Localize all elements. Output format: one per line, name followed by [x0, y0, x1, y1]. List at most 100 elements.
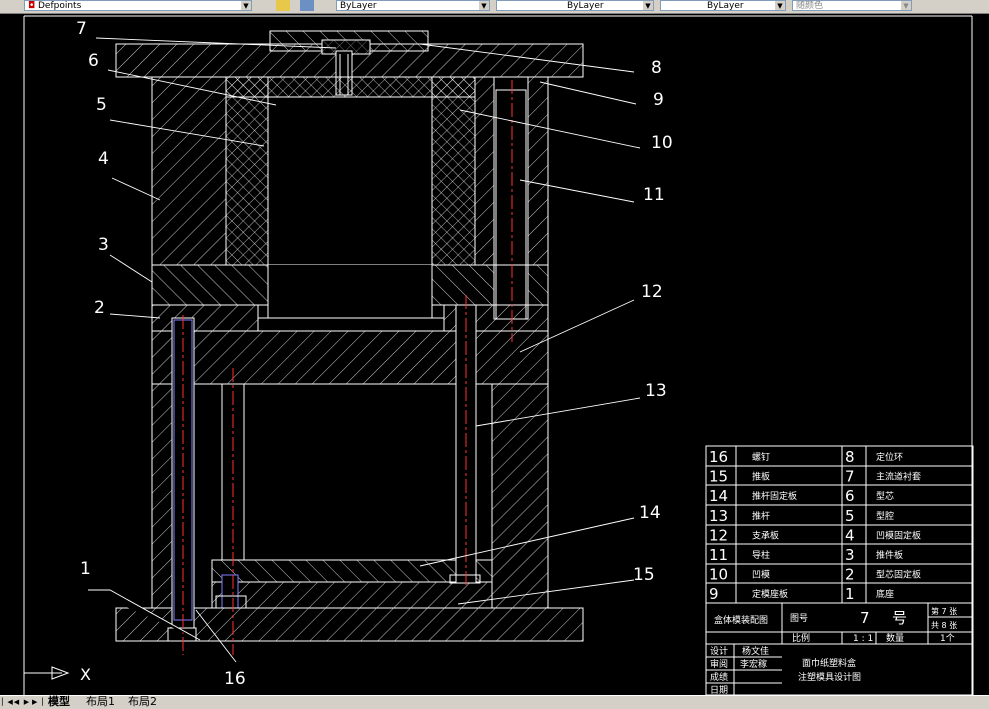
- tab-layout2[interactable]: 布局2: [128, 696, 157, 708]
- ucs-icon: [24, 666, 70, 680]
- properties-toolbar: ◘ Defpoints ▼ ByLayer ▼ ByLayer ▼ ByLaye…: [0, 0, 989, 14]
- part-number: 9: [709, 585, 719, 603]
- first-tab-button[interactable]: ▏◀: [2, 697, 13, 707]
- callout-10: 10: [651, 133, 673, 153]
- part-name: 凹模: [752, 570, 770, 581]
- part-number: 1: [845, 585, 855, 603]
- chevron-down-icon: ▼: [901, 1, 911, 10]
- part-number: 4: [845, 526, 855, 544]
- callout-13: 13: [645, 381, 667, 401]
- layer-name: Defpoints: [37, 1, 82, 11]
- callout-7: 7: [76, 19, 87, 39]
- next-tab-button[interactable]: ▶: [22, 697, 31, 707]
- part-name: 支承板: [752, 529, 779, 541]
- part-name: 型腔: [876, 510, 894, 522]
- part-number: 11: [709, 546, 728, 564]
- part-number: 5: [845, 507, 855, 525]
- plotstyle-dropdown[interactable]: 随颜色 ▼: [792, 0, 912, 11]
- designer: 杨文佳: [742, 645, 769, 657]
- lineweight-value: ByLayer: [707, 1, 744, 11]
- part-name: 型芯固定板: [876, 569, 921, 581]
- plotstyle-value: 随颜色: [796, 1, 824, 11]
- callout-2: 2: [94, 298, 105, 318]
- chevron-down-icon: ▼: [643, 1, 653, 10]
- part-number: 6: [845, 487, 855, 505]
- fig-no-unit: 号: [892, 609, 907, 627]
- tab-layout1[interactable]: 布局1: [86, 696, 115, 708]
- color-dropdown[interactable]: ByLayer ▼: [336, 0, 490, 11]
- layer-state-icon[interactable]: [276, 0, 290, 11]
- part-name: 螺钉: [752, 452, 770, 463]
- part-number: 16: [709, 448, 728, 466]
- part-number: 15: [709, 468, 728, 486]
- part-name: 推杆: [752, 510, 770, 522]
- part-name: 推杆固定板: [752, 490, 797, 502]
- review-label: 审阅: [710, 658, 728, 670]
- part-number: 7: [845, 468, 855, 486]
- callout-12: 12: [641, 282, 663, 302]
- fig-no-label: 图号: [790, 613, 808, 624]
- callout-14: 14: [639, 503, 661, 523]
- callout-11: 11: [643, 185, 665, 205]
- chevron-down-icon: ▼: [241, 1, 251, 10]
- tab-model[interactable]: 模型: [48, 696, 70, 708]
- linetype-dropdown[interactable]: ByLayer ▼: [496, 0, 654, 11]
- callout-1: 1: [80, 559, 91, 579]
- callout-4: 4: [98, 149, 109, 169]
- last-tab-button[interactable]: ▶▕: [32, 697, 43, 707]
- chevron-down-icon: ▼: [775, 1, 785, 10]
- lineweight-dropdown[interactable]: ByLayer ▼: [660, 0, 786, 11]
- part-name: 型芯: [876, 490, 894, 502]
- callout-15: 15: [633, 565, 655, 585]
- part-name: 推板: [752, 471, 770, 483]
- part-name: 主流道衬套: [876, 471, 921, 483]
- prev-tab-button[interactable]: ◀: [12, 697, 21, 707]
- qty-value: 1个: [940, 633, 955, 644]
- layer-previous-icon[interactable]: [300, 0, 314, 11]
- part-number: 2: [845, 566, 855, 584]
- drawing-name: 盒体模装配图: [714, 614, 768, 626]
- part-number: 14: [709, 487, 728, 505]
- sheet-total: 共 8 张: [931, 621, 957, 630]
- parts-list-table: [705, 445, 974, 604]
- callout-6: 6: [88, 51, 99, 71]
- part-number: 13: [709, 507, 728, 525]
- part-name: 推件板: [876, 549, 903, 561]
- fig-no-value: 7: [860, 609, 870, 627]
- part-number: 8: [845, 448, 855, 466]
- part-name: 底座: [876, 588, 894, 600]
- qty-label: 数量: [886, 632, 904, 644]
- callout-3: 3: [98, 235, 109, 255]
- date-label: 日期: [710, 685, 728, 695]
- project-title-2: 注塑模具设计图: [798, 671, 861, 683]
- callout-8: 8: [651, 58, 662, 78]
- callout-5: 5: [96, 95, 107, 115]
- part-name: 凹模固定板: [876, 529, 921, 541]
- color-value: ByLayer: [340, 1, 377, 11]
- part-number: 12: [709, 526, 728, 544]
- mold-assembly-section: [115, 30, 584, 642]
- callout-16: 16: [224, 669, 246, 689]
- grade-label: 成绩: [710, 671, 728, 683]
- part-name: 导柱: [752, 549, 770, 561]
- part-number: 10: [709, 566, 728, 584]
- layout-tab-bar: ▏◀ ◀ ▶ ▶▕ 模型 布局1 布局2: [0, 695, 989, 709]
- ucs-x-label: X: [80, 665, 91, 684]
- reviewer: 李宏稼: [740, 658, 767, 670]
- scale-label: 比例: [792, 632, 810, 644]
- design-label: 设计: [710, 645, 728, 657]
- part-name: 定位环: [876, 451, 903, 463]
- layer-dropdown[interactable]: ◘ Defpoints ▼: [24, 0, 252, 11]
- title-block-text: 盒体模装配图 图号 7 号 第 7 张 共 8 张 比例 1 : 1 数量 1个…: [710, 606, 957, 695]
- layer-icon: ◘: [28, 1, 38, 11]
- part-number: 3: [845, 546, 855, 564]
- scale-value: 1 : 1: [853, 634, 873, 644]
- project-title-1: 面巾纸塑料盒: [802, 657, 856, 669]
- part-name: 定模座板: [752, 588, 788, 600]
- sheet-no: 第 7 张: [931, 606, 957, 616]
- drawing-canvas[interactable]: 1 2 3 4 5 6 7 8 9 10 11 12 13 14 15 16 X…: [0, 13, 989, 695]
- linetype-value: ByLayer: [567, 1, 604, 11]
- chevron-down-icon: ▼: [479, 1, 489, 10]
- callout-9: 9: [653, 90, 664, 110]
- parts-list-rows: 16 螺钉 8 定位环15 推板 7 主流道衬套14 推杆固定板 6 型芯13 推杆 5 型腔12 支承板…: [709, 448, 921, 603]
